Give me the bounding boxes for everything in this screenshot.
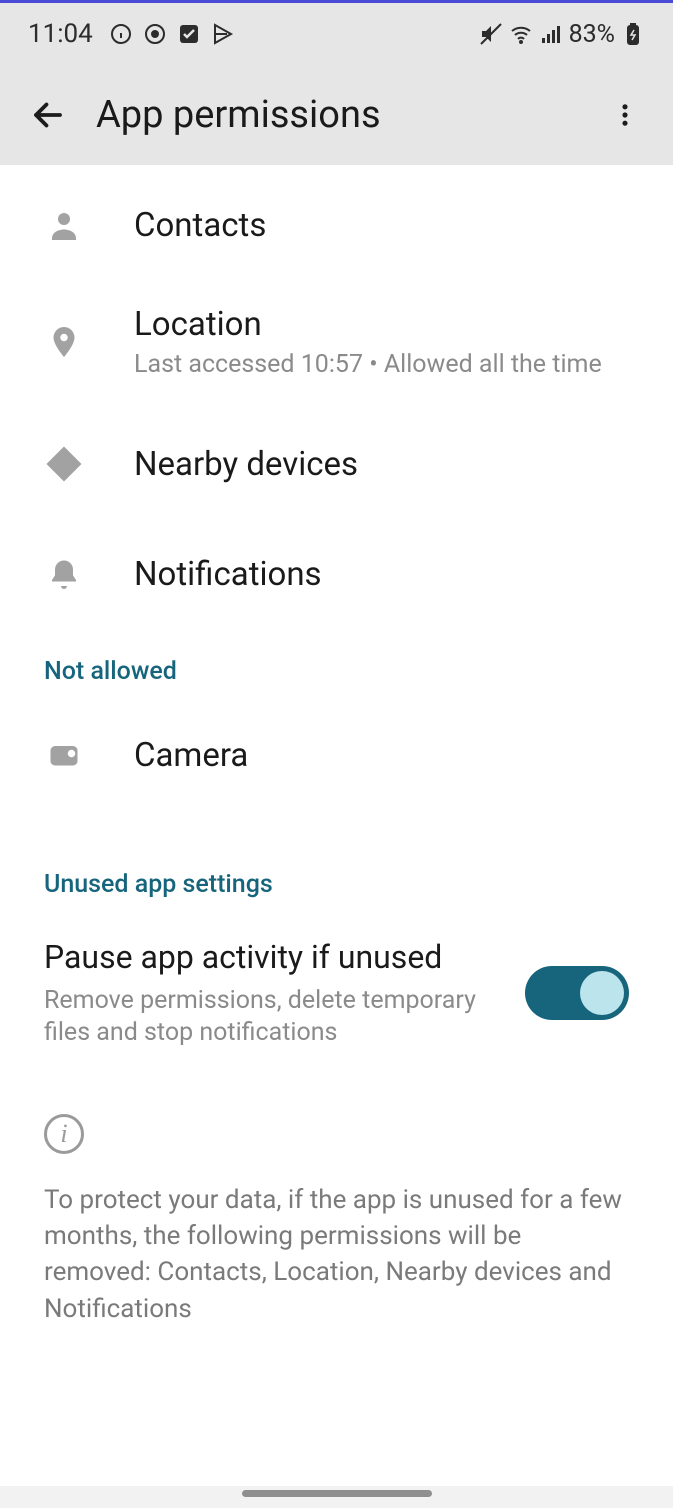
permission-item-location[interactable]: Location Last accessed 10:57 • Allowed a…	[0, 275, 673, 409]
mute-icon	[479, 22, 503, 46]
permission-label: Nearby devices	[134, 445, 358, 484]
battery-icon	[621, 22, 645, 46]
status-left: 11:04	[28, 19, 235, 49]
location-icon	[44, 322, 84, 362]
section-not-allowed: Not allowed	[0, 629, 673, 700]
permission-item-camera[interactable]: Camera	[0, 700, 673, 810]
section-unused: Unused app settings	[0, 810, 673, 913]
permission-label: Camera	[134, 736, 248, 775]
status-time: 11:04	[28, 19, 93, 49]
app-bar: App permissions	[0, 65, 673, 165]
nav-handle[interactable]	[242, 1490, 432, 1497]
status-bar: 11:04 83%	[0, 3, 673, 65]
pause-toggle[interactable]	[525, 966, 629, 1020]
nearby-icon	[44, 444, 84, 484]
info-status-icon	[109, 22, 133, 46]
pause-title: Pause app activity if unused	[44, 937, 505, 979]
permission-subtext: Last accessed 10:57 • Allowed all the ti…	[134, 350, 602, 379]
pause-activity-setting[interactable]: Pause app activity if unused Remove perm…	[0, 913, 673, 1074]
notifications-icon	[44, 554, 84, 594]
content: Contacts Location Last accessed 10:57 • …	[0, 165, 673, 1486]
permission-item-contacts[interactable]: Contacts	[0, 165, 673, 275]
play-status-icon	[211, 22, 235, 46]
contacts-icon	[44, 205, 84, 245]
info-icon: i	[44, 1114, 84, 1154]
camera-icon	[44, 735, 84, 775]
back-button[interactable]	[20, 87, 76, 143]
permission-label: Location	[134, 305, 602, 344]
nav-bar	[0, 1486, 673, 1508]
signal-icon	[539, 22, 563, 46]
more-button[interactable]	[597, 87, 653, 143]
check-status-icon	[177, 22, 201, 46]
status-right: 83%	[479, 20, 645, 49]
wifi-icon	[509, 22, 533, 46]
toggle-knob	[580, 971, 624, 1015]
battery-text: 83%	[569, 20, 615, 49]
permission-item-nearby[interactable]: Nearby devices	[0, 409, 673, 519]
page-title: App permissions	[96, 93, 597, 137]
pause-subtext: Remove permissions, delete temporary fil…	[44, 985, 505, 1050]
info-text: To protect your data, if the app is unus…	[44, 1182, 629, 1328]
permission-label: Notifications	[134, 555, 322, 594]
info-block: i To protect your data, if the app is un…	[0, 1074, 673, 1348]
sync-status-icon	[143, 22, 167, 46]
permission-item-notifications[interactable]: Notifications	[0, 519, 673, 629]
permission-label: Contacts	[134, 206, 266, 245]
